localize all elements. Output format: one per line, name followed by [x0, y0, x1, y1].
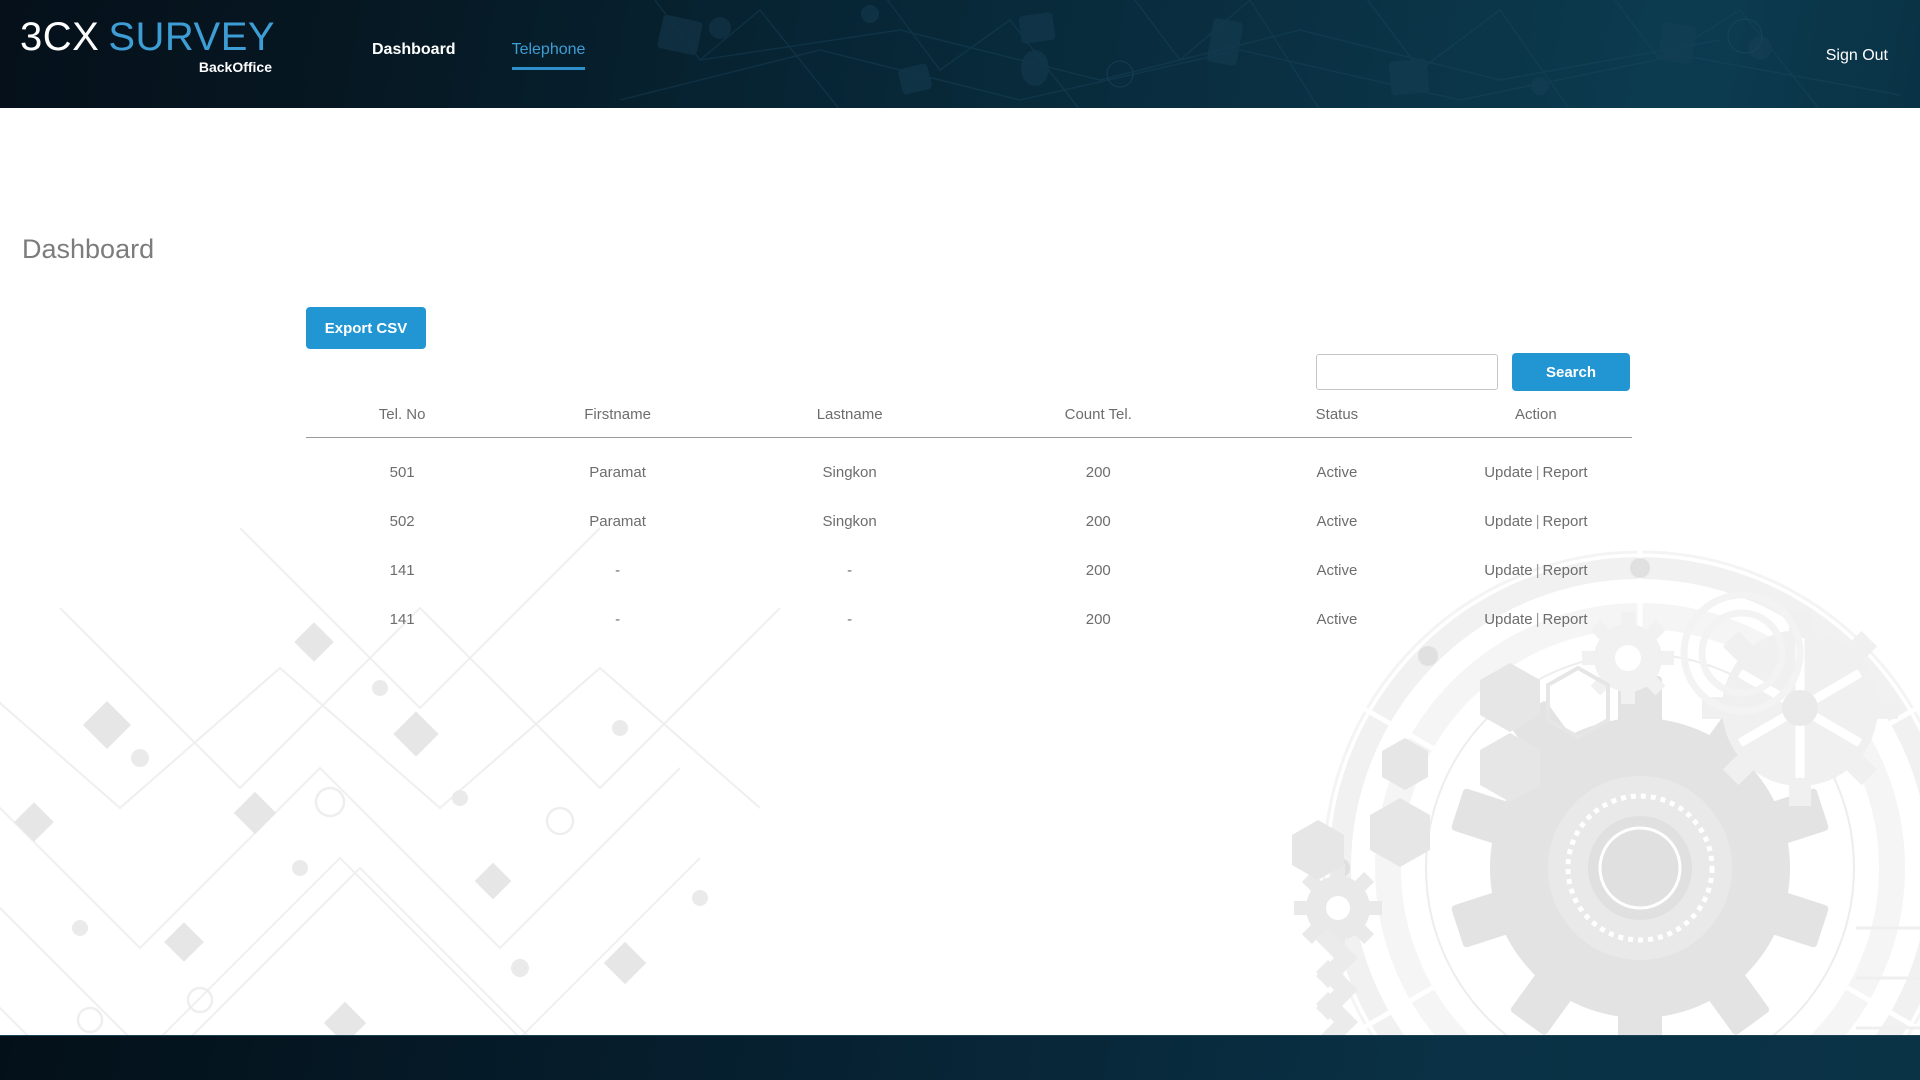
- table-header-row: Tel. No Firstname Lastname Count Tel. St…: [306, 406, 1632, 438]
- cell-count-tel: 200: [1085, 464, 1111, 481]
- table-row: 141 - - 200 Active Update | Report: [306, 546, 1632, 595]
- cell-count-tel: 200: [1085, 513, 1111, 530]
- report-link[interactable]: Report: [1542, 611, 1587, 628]
- report-link[interactable]: Report: [1542, 513, 1587, 530]
- update-link[interactable]: Update: [1484, 464, 1532, 481]
- export-csv-button[interactable]: Export CSV: [306, 307, 426, 349]
- cell-action: Update | Report: [1440, 438, 1632, 498]
- outline-gear-icon: [1680, 591, 1804, 715]
- cell-lastname: Singkon: [822, 464, 877, 481]
- spoke-gear-icon: [1702, 610, 1898, 806]
- cell-tel-no: 141: [389, 562, 415, 579]
- table-header: Tel. No Firstname Lastname Count Tel. St…: [306, 406, 1632, 438]
- tick-marks: [1856, 926, 1920, 1030]
- cell-status: Active: [1316, 611, 1358, 628]
- column-header-tel-no: Tel. No: [306, 406, 499, 438]
- cell-firstname: Paramat: [589, 464, 646, 481]
- cell-lastname: -: [847, 562, 853, 579]
- report-link[interactable]: Report: [1542, 464, 1587, 481]
- cell-count-tel: 200: [1085, 562, 1111, 579]
- cell-lastname: -: [847, 611, 853, 628]
- table-body: 501 Paramat Singkon 200 Active Update | Re…: [306, 438, 1632, 645]
- nav-item-dashboard[interactable]: Dashboard: [372, 40, 456, 67]
- column-header-firstname: Firstname: [498, 406, 737, 438]
- action-separator: |: [1535, 513, 1540, 530]
- cell-firstname: -: [615, 611, 621, 628]
- column-header-lastname: Lastname: [736, 406, 963, 438]
- report-link[interactable]: Report: [1542, 562, 1587, 579]
- column-header-action: Action: [1439, 406, 1632, 438]
- search-button[interactable]: Search: [1512, 353, 1630, 391]
- cell-tel-no: 141: [389, 611, 415, 628]
- cell-lastname: Singkon: [822, 513, 877, 530]
- hexagon-cluster: [1292, 663, 1610, 880]
- page-body: Dashboard Export CSV Search Tel. No Firs…: [0, 108, 1920, 1035]
- cell-tel-no: 502: [389, 513, 415, 530]
- cell-action: Update | Report: [1440, 546, 1632, 595]
- app-header: 3CX SURVEY BackOffice Dashboard Telephone…: [0, 0, 1920, 108]
- action-separator: |: [1535, 562, 1540, 579]
- logo-subtitle: BackOffice: [198, 59, 272, 75]
- nav-item-telephone[interactable]: Telephone: [511, 40, 586, 70]
- logo-text: 3CX SURVEY: [20, 14, 320, 60]
- update-link[interactable]: Update: [1484, 562, 1532, 579]
- cell-status: Active: [1316, 464, 1358, 481]
- app-logo[interactable]: 3CX SURVEY BackOffice: [20, 14, 320, 76]
- cell-firstname: -: [615, 562, 621, 579]
- cell-firstname: Paramat: [589, 513, 646, 530]
- table-row: 501 Paramat Singkon 200 Active Update | Re…: [306, 438, 1632, 498]
- chevron-stack-icon: [1316, 928, 1358, 1035]
- search-input[interactable]: [1316, 354, 1498, 390]
- cell-tel-no: 501: [389, 464, 415, 481]
- table-row: 141 - - 200 Active Update | Report: [306, 595, 1632, 644]
- page-title: Dashboard: [22, 234, 155, 264]
- column-header-count-tel: Count Tel.: [962, 406, 1235, 438]
- logo-brand-secondary: SURVEY: [108, 15, 276, 59]
- search-area: Search: [1316, 353, 1630, 391]
- logo-brand-primary: 3CX: [20, 15, 100, 59]
- app-footer: [0, 1035, 1920, 1080]
- telephone-table: Tel. No Firstname Lastname Count Tel. St…: [306, 406, 1632, 644]
- update-link[interactable]: Update: [1484, 611, 1532, 628]
- cell-action: Update | Report: [1440, 497, 1632, 546]
- main-navigation: Dashboard Telephone: [372, 40, 586, 70]
- cell-action: Update | Report: [1440, 595, 1632, 644]
- sign-out-link[interactable]: Sign Out: [1826, 46, 1888, 65]
- column-header-status: Status: [1234, 406, 1440, 438]
- table-row: 502 Paramat Singkon 200 Active Update | Re…: [306, 497, 1632, 546]
- cell-status: Active: [1316, 513, 1358, 530]
- cell-count-tel: 200: [1085, 611, 1111, 628]
- left-gear-icon: [1294, 864, 1382, 952]
- update-link[interactable]: Update: [1484, 513, 1532, 530]
- action-separator: |: [1535, 611, 1540, 628]
- cell-status: Active: [1316, 562, 1358, 579]
- action-separator: |: [1535, 464, 1540, 481]
